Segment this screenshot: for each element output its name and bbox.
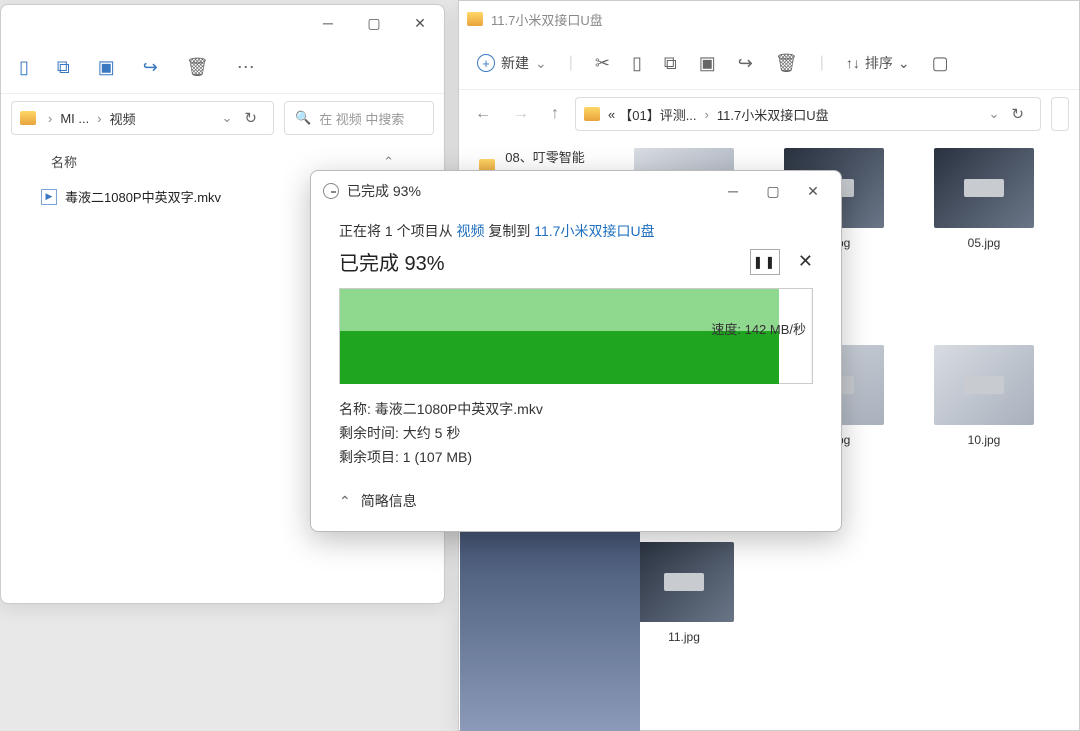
toolbar: ▯ ⧉ ▣ ↪ 🗑 ⋯ [1,41,444,93]
minimize-button[interactable]: ─ [717,177,749,205]
folder-icon [584,107,600,121]
breadcrumb[interactable]: « 【01】评测... › 11.7小米双接口U盘 ⌄ ↻ [575,97,1041,131]
refresh-icon[interactable]: ↻ [236,109,265,127]
copy-icon[interactable]: ⧉ [57,57,70,78]
cancel-button[interactable]: ✕ [798,251,813,272]
delete-icon[interactable]: 🗑 [775,53,798,74]
paste-icon[interactable]: ▣ [98,57,115,78]
brief-info-toggle[interactable]: ⌃ 简略信息 [339,491,813,511]
cut-icon[interactable]: ▯ [19,57,29,78]
chevron-down-icon[interactable]: ⌄ [989,106,1000,122]
rename-icon[interactable]: ▣ [699,53,716,74]
plus-icon: + [477,54,495,72]
titlebar: ─ ▢ ✕ [1,5,444,41]
chevron-up-icon: ⌃ [339,493,351,510]
dialog-titlebar: 已完成 93% ─ ▢ ✕ [311,171,841,211]
watermark: 值 什么值得买 [940,679,1062,713]
search-input[interactable]: 🔍 在 视频 中搜索 [284,101,434,135]
breadcrumb-item[interactable]: MI ... [60,111,89,126]
minimize-button[interactable]: ─ [312,9,344,37]
chevron-down-icon[interactable]: ⌄ [222,110,233,126]
nav-row: › MI ... › 视频 ⌄ ↻ 🔍 在 视频 中搜索 [1,94,444,142]
more-icon[interactable]: ⋯ [237,57,255,78]
dialog-title-text: 已完成 93% [347,181,421,201]
thumbnail-item[interactable]: 05.jpg [929,148,1039,323]
pause-button[interactable]: ❚❚ [750,249,780,275]
nav-row: ← → ↑ « 【01】评测... › 11.7小米双接口U盘 ⌄ ↻ [459,90,1079,138]
copy-description: 正在将 1 个项目从 视频 复制到 11.7小米双接口U盘 [339,221,813,241]
paste-icon[interactable]: ⧉ [664,53,677,74]
new-button[interactable]: + 新建 ⌄ [477,53,547,73]
preview-pane [460,501,640,731]
close-button[interactable]: ✕ [797,177,829,205]
video-file-icon: ▶ [41,189,57,205]
maximize-button[interactable]: ▢ [358,9,390,37]
completion-status: 已完成 93% ❚❚ ✕ [339,247,813,276]
speed-label: 速度: 142 MB/秒 [711,319,806,338]
breadcrumb[interactable]: › MI ... › 视频 ⌄ ↻ [11,101,274,135]
destination-link[interactable]: 11.7小米双接口U盘 [534,223,654,239]
breadcrumb-item[interactable]: 11.7小米双接口U盘 [717,105,829,124]
share-icon[interactable]: ↪ [738,53,753,74]
copy-progress-dialog: 已完成 93% ─ ▢ ✕ 正在将 1 个项目从 视频 复制到 11.7小米双接… [310,170,842,532]
cut-icon[interactable]: ✂ [595,53,610,74]
thumbnail-item[interactable]: 10.jpg [929,345,1039,520]
back-icon[interactable]: ← [469,105,497,123]
watermark-badge: 值 [940,679,974,713]
toolbar: + 新建 ⌄ | ✂ ▯ ⧉ ▣ ↪ 🗑 | ↑↓ 排序 ⌄ ▢ [459,37,1079,89]
folder-icon [20,111,36,125]
window-controls: ─ ▢ ✕ [312,9,436,37]
window-title: 11.7小米双接口U盘 [491,10,1071,29]
forward-icon[interactable]: → [507,105,535,123]
maximize-button[interactable]: ▢ [757,177,789,205]
source-link[interactable]: 视频 [456,223,484,239]
search-input[interactable] [1051,97,1069,131]
file-name: 毒液二1080P中英双字.mkv [65,187,221,206]
folder-icon [467,12,483,26]
watermark-text: 什么值得买 [982,684,1062,708]
detail-time: 剩余时间: 大约 5 秒 [339,422,813,446]
breadcrumb-item[interactable]: 【01】评测... [619,105,696,124]
breadcrumb-item[interactable]: 视频 [110,109,136,128]
delete-icon[interactable]: 🗑 [186,57,209,78]
refresh-icon[interactable]: ↻ [1003,105,1032,123]
up-icon[interactable]: ↑ [545,105,565,123]
clock-icon [323,183,339,199]
detail-name: 名称: 毒液二1080P中英双字.mkv [339,398,813,422]
progress-chart: 速度: 142 MB/秒 [339,288,813,384]
titlebar: 11.7小米双接口U盘 [459,1,1079,37]
copy-details: 名称: 毒液二1080P中英双字.mkv 剩余时间: 大约 5 秒 剩余项目: … [339,398,813,469]
close-button[interactable]: ✕ [404,9,436,37]
detail-items: 剩余项目: 1 (107 MB) [339,446,813,470]
search-icon: 🔍 [295,110,311,126]
share-icon[interactable]: ↪ [143,57,158,78]
thumbnail-item[interactable]: 11.jpg [629,542,739,717]
search-placeholder: 在 视频 中搜索 [319,109,404,128]
sort-button[interactable]: ↑↓ 排序 ⌄ [846,53,910,73]
view-icon[interactable]: ▢ [932,53,949,74]
copy-icon[interactable]: ▯ [632,53,642,74]
